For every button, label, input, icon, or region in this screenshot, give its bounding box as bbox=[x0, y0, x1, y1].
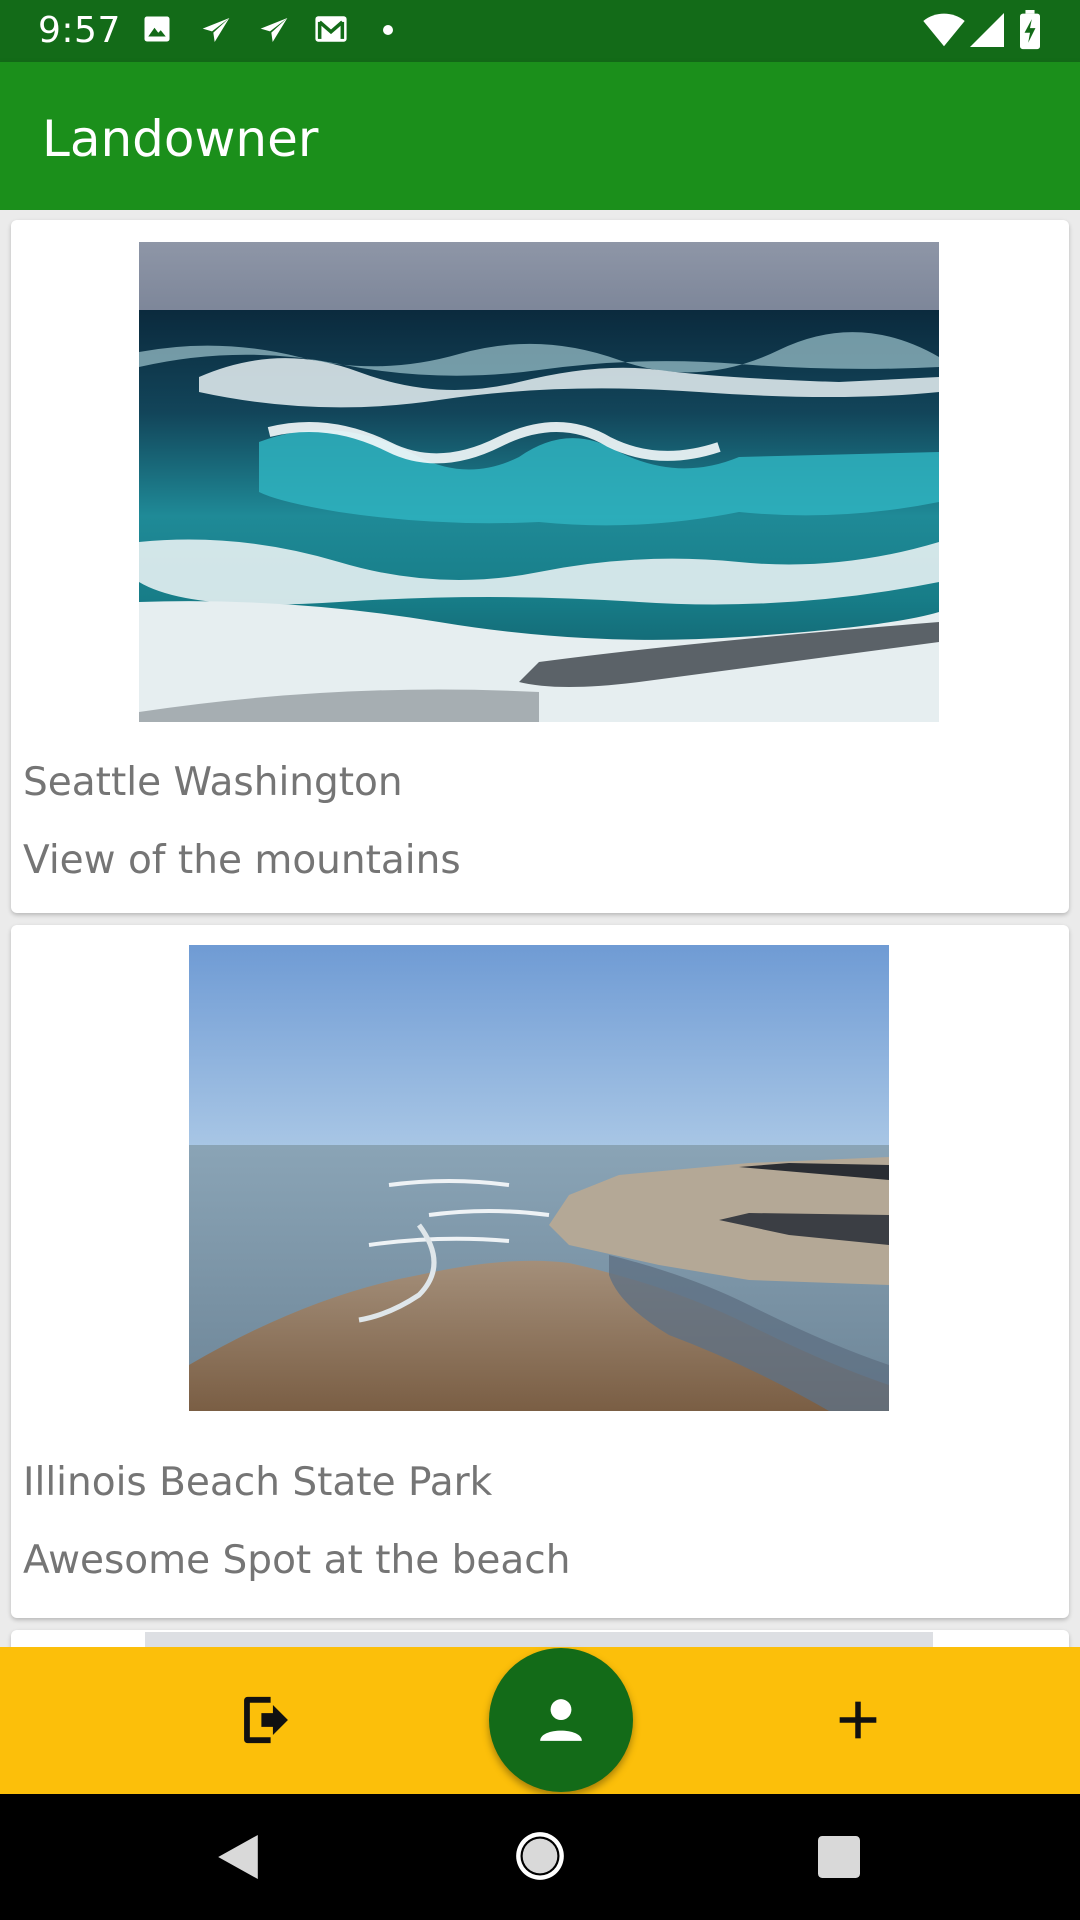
listing-title: Seattle Washington bbox=[23, 760, 403, 805]
listing-title: Illinois Beach State Park bbox=[23, 1460, 493, 1505]
system-nav-bar bbox=[0, 1794, 1080, 1920]
send-icon bbox=[202, 18, 230, 42]
beach-shoreline-photo bbox=[189, 945, 889, 1411]
home-icon[interactable] bbox=[514, 1830, 566, 1882]
listing-card[interactable]: Seattle Washington View of the mountains bbox=[11, 220, 1069, 913]
wifi-icon bbox=[923, 13, 965, 47]
listing-card[interactable] bbox=[11, 1630, 1069, 1647]
add-icon bbox=[839, 1701, 877, 1739]
listing-list[interactable]: Seattle Washington View of the mountains bbox=[0, 210, 1080, 1647]
listing-card[interactable]: Illinois Beach State Park Awesome Spot a… bbox=[11, 925, 1069, 1618]
signal-icon bbox=[970, 13, 1004, 47]
app-title: Landowner bbox=[42, 110, 319, 168]
recents-icon[interactable] bbox=[818, 1836, 860, 1878]
add-button[interactable] bbox=[818, 1680, 898, 1760]
gmail-icon bbox=[315, 16, 347, 42]
ocean-waves-photo bbox=[139, 242, 939, 722]
app-bar: Landowner bbox=[0, 62, 1080, 210]
status-time: 9:57 bbox=[38, 10, 121, 51]
logout-button[interactable] bbox=[230, 1680, 302, 1760]
listing-photo-partial bbox=[145, 1632, 933, 1647]
battery-charging-icon bbox=[1020, 10, 1040, 50]
send-icon bbox=[260, 18, 288, 42]
listing-description: View of the mountains bbox=[23, 838, 461, 883]
status-bar: 9:57 bbox=[0, 0, 1080, 62]
listing-description: Awesome Spot at the beach bbox=[23, 1538, 571, 1583]
back-icon[interactable] bbox=[216, 1832, 260, 1882]
profile-fab[interactable] bbox=[489, 1648, 633, 1792]
image-icon bbox=[144, 16, 170, 42]
person-icon bbox=[540, 1699, 582, 1741]
dot-icon bbox=[383, 25, 393, 35]
logout-icon bbox=[244, 1696, 288, 1744]
